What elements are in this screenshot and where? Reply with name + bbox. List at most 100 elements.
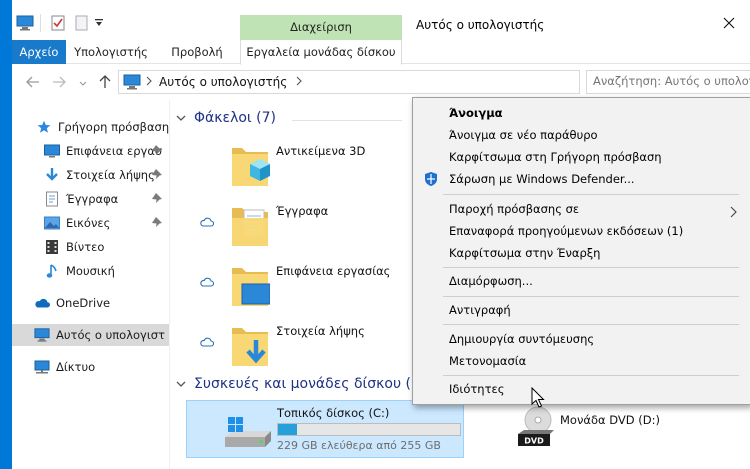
- desktop-icon: [44, 143, 60, 159]
- chevron-down-icon[interactable]: [176, 110, 186, 126]
- menu-item-rename[interactable]: Μετονομασία: [415, 350, 748, 372]
- sidebar-item-downloads[interactable]: Στοιχεία λήψης: [12, 164, 169, 186]
- computer-icon: [123, 74, 141, 93]
- up-button[interactable]: [96, 73, 114, 91]
- mouse-cursor-icon: [531, 387, 545, 408]
- quick-access-dropdown-icon[interactable]: [94, 17, 104, 31]
- tab-view[interactable]: Προβολή: [162, 40, 232, 64]
- recent-locations-button[interactable]: [74, 75, 92, 93]
- sidebar-item-network[interactable]: Δίκτυο: [12, 356, 169, 378]
- title-bar: Διαχείριση Αυτός ο υπολογιστής: [12, 0, 750, 40]
- music-icon: [44, 263, 60, 279]
- sidebar-item-videos[interactable]: Βίντεο: [12, 236, 169, 258]
- video-icon: [44, 239, 60, 255]
- context-menu: Άνοιγμα Άνοιγμα σε νέο παράθυρο Καρφίτσω…: [412, 97, 750, 405]
- sidebar-item-onedrive[interactable]: OneDrive: [12, 292, 169, 314]
- network-icon: [34, 359, 50, 375]
- menu-item-scan-defender[interactable]: Σάρωση με Windows Defender...: [415, 168, 748, 190]
- menu-item-format[interactable]: Διαμόρφωση...: [415, 270, 748, 292]
- search-input[interactable]: [593, 74, 750, 88]
- pin-icon[interactable]: [151, 168, 163, 180]
- menu-item-properties[interactable]: Ιδιότητες: [415, 378, 748, 400]
- menu-separator: [443, 324, 739, 325]
- tab-drive-tools[interactable]: Εργαλεία μονάδας δίσκου: [240, 40, 402, 65]
- computer-icon: [34, 327, 50, 343]
- back-button[interactable]: [24, 73, 42, 91]
- menu-item-open[interactable]: Άνοιγμα: [415, 102, 748, 124]
- download-icon: [44, 167, 60, 183]
- group-header-devices[interactable]: Συσκευές και μονάδες δίσκου (: [176, 376, 411, 392]
- chevron-down-icon: [79, 81, 87, 86]
- window-title: Αυτός ο υπολογιστής: [416, 18, 545, 32]
- desktop-folder-icon: [232, 268, 270, 306]
- windows-drive-icon: [225, 417, 271, 447]
- objects-3d-folder-icon: [232, 148, 270, 186]
- address-bar[interactable]: Αυτός ο υπολογιστής: [118, 70, 677, 94]
- sidebar-item-desktop[interactable]: Επιφάνεια εργασ: [12, 140, 169, 162]
- menu-item-pin-start[interactable]: Καρφίτσωμα στην Έναρξη: [415, 242, 748, 264]
- documents-folder-icon: [232, 208, 268, 246]
- address-path[interactable]: Αυτός ο υπολογιστής: [159, 75, 287, 89]
- divider: [40, 14, 41, 32]
- svg-text:DVD: DVD: [524, 437, 544, 446]
- cloud-status-icon: [200, 336, 215, 350]
- arrow-up-icon: [99, 75, 111, 88]
- file-explorer-window: Διαχείριση Αυτός ο υπολογιστής Αρχείο Υπ…: [12, 0, 750, 469]
- contextual-tab-group: Διαχείριση: [240, 15, 402, 40]
- drive-label: Μονάδα DVD (D:): [560, 413, 660, 427]
- star-icon: [36, 119, 52, 135]
- ribbon-tabs: Αρχείο Υπολογιστής Προβολή Εργαλεία μονά…: [12, 40, 750, 65]
- folder-item-desktop[interactable]: Επιφάνεια εργασίας: [230, 256, 410, 310]
- group-divider: [292, 120, 402, 121]
- close-icon: [723, 17, 735, 29]
- search-box[interactable]: [586, 70, 750, 94]
- downloads-folder-icon: [232, 328, 268, 366]
- tab-file[interactable]: Αρχείο: [12, 40, 66, 64]
- sidebar-item-documents[interactable]: Έγγραφα: [12, 188, 169, 210]
- menu-separator: [443, 194, 739, 195]
- pin-icon[interactable]: [151, 144, 163, 156]
- menu-item-give-access[interactable]: Παροχή πρόσβασης σε: [415, 198, 748, 220]
- menu-item-copy[interactable]: Αντιγραφή: [415, 299, 748, 321]
- drive-usage-fill: [278, 424, 297, 435]
- group-header-folders[interactable]: Φάκελοι (7): [176, 110, 276, 126]
- dvd-drive-icon: DVD: [518, 406, 554, 446]
- sidebar-item-quick-access[interactable]: Γρήγορη πρόσβαση: [12, 116, 169, 138]
- folder-item-3d-objects[interactable]: Αντικείμενα 3D: [230, 136, 410, 190]
- pictures-icon: [44, 215, 60, 231]
- menu-item-open-new-window[interactable]: Άνοιγμα σε νέο παράθυρο: [415, 124, 748, 146]
- navigation-pane: Γρήγορη πρόσβαση Επιφάνεια εργασ Στοιχεί…: [12, 100, 170, 469]
- properties-icon[interactable]: [50, 15, 66, 34]
- windows-defender-icon: [423, 171, 439, 187]
- document-icon: [44, 191, 60, 207]
- drive-item-local-disk-c[interactable]: Τοπικός δίσκος (C:) 229 GB ελεύθερα από …: [186, 400, 464, 458]
- menu-item-create-shortcut[interactable]: Δημιουργία συντόμευσης: [415, 328, 748, 350]
- chevron-right-icon[interactable]: [145, 75, 153, 90]
- new-folder-icon[interactable]: [74, 15, 90, 34]
- menu-item-pin-quick-access[interactable]: Καρφίτσωμα στη Γρήγορη πρόσβαση: [415, 146, 748, 168]
- menu-separator: [443, 267, 739, 268]
- menu-item-restore-versions[interactable]: Επαναφορά προηγούμενων εκδόσεων (1): [415, 220, 748, 242]
- sidebar-item-music[interactable]: Μουσική: [12, 260, 169, 282]
- navigation-bar: Αυτός ο υπολογιστής: [12, 64, 750, 100]
- close-button[interactable]: [716, 13, 742, 33]
- drive-usage-bar: [277, 423, 461, 436]
- sidebar-item-this-pc[interactable]: Αυτός ο υπολογιστ: [12, 324, 169, 346]
- drive-label: Τοπικός δίσκος (C:): [277, 406, 390, 420]
- forward-button[interactable]: [50, 73, 68, 91]
- chevron-right-icon: [728, 203, 738, 218]
- sidebar-item-pictures[interactable]: Εικόνες: [12, 212, 169, 234]
- menu-separator: [443, 375, 739, 376]
- chevron-down-icon[interactable]: [176, 376, 186, 392]
- drive-free-space: 229 GB ελεύθερα από 255 GB: [277, 439, 441, 452]
- chevron-right-icon[interactable]: [295, 75, 303, 90]
- tab-computer[interactable]: Υπολογιστής: [66, 40, 156, 64]
- pin-icon[interactable]: [151, 216, 163, 228]
- folder-item-documents[interactable]: Έγγραφα: [230, 196, 410, 250]
- cloud-status-icon: [200, 276, 215, 290]
- computer-icon[interactable]: [16, 15, 34, 34]
- menu-separator: [443, 296, 739, 297]
- folder-item-downloads[interactable]: Στοιχεία λήψης: [230, 316, 410, 370]
- cloud-status-icon: [200, 216, 215, 230]
- pin-icon[interactable]: [151, 192, 163, 204]
